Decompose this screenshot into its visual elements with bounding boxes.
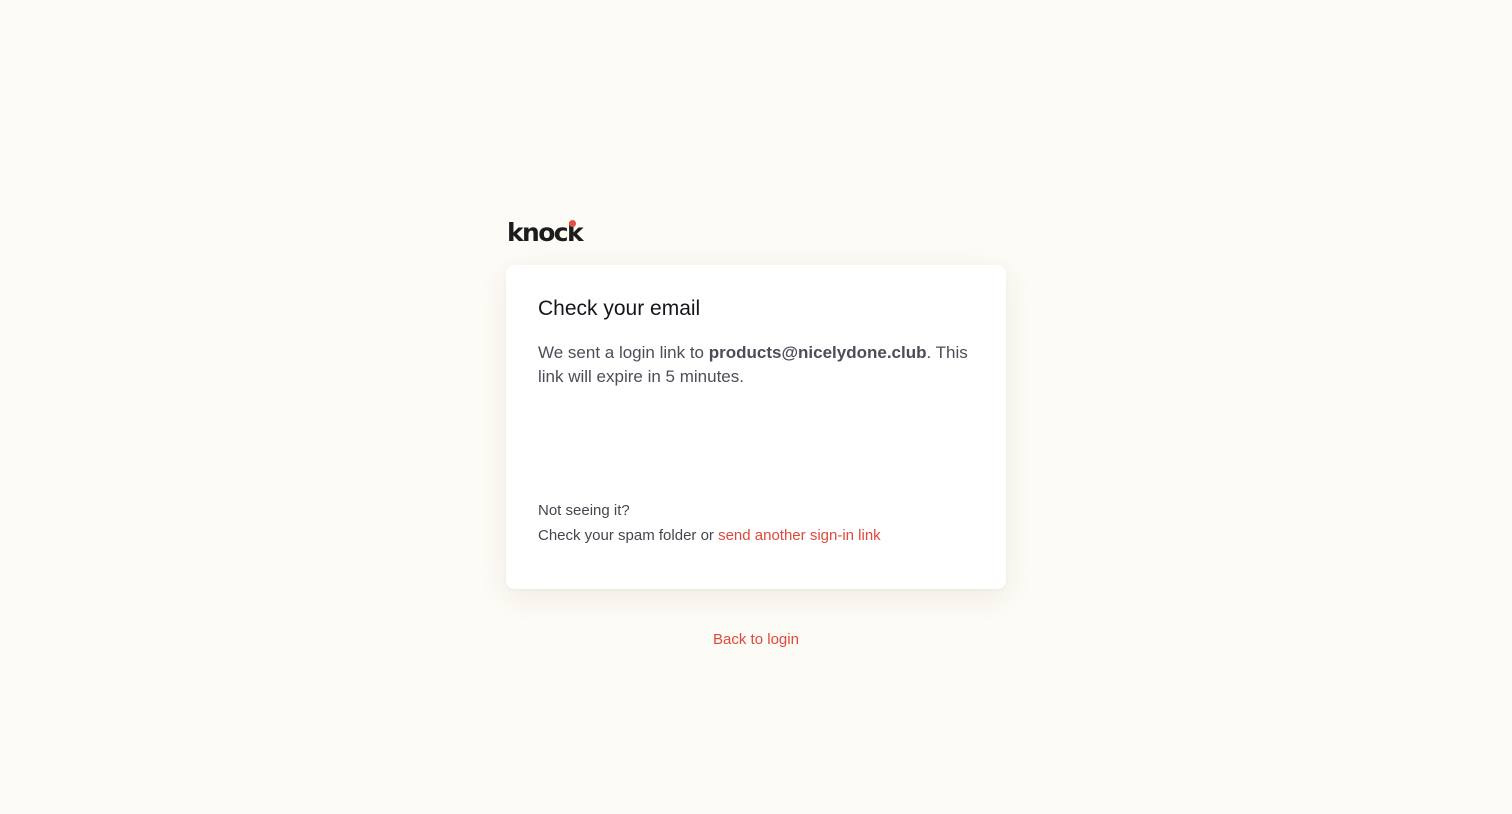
check-email-card: Check your email We sent a login link to… [506, 265, 1006, 589]
back-to-login-link[interactable]: Back to login [713, 631, 799, 648]
help-prefix: Check your spam folder or [538, 527, 719, 544]
back-to-login-container: Back to login [0, 629, 1512, 651]
send-another-link-button[interactable]: send another sign-in link [718, 527, 881, 544]
email-address: products@nicelydone.club [708, 343, 927, 362]
message-prefix: We sent a login link to [538, 343, 709, 362]
login-link-message: We sent a login link to products@nicelyd… [538, 341, 978, 389]
page: knock Check your email We sent a login l… [0, 0, 1512, 814]
help-heading: Not seeing it? [538, 502, 630, 519]
logo-dot-icon [569, 220, 576, 227]
help-section: Not seeing it? Check your spam folder or… [538, 498, 881, 548]
card-title: Check your email [538, 297, 701, 320]
help-text: Check your spam folder or send another s… [538, 523, 881, 548]
